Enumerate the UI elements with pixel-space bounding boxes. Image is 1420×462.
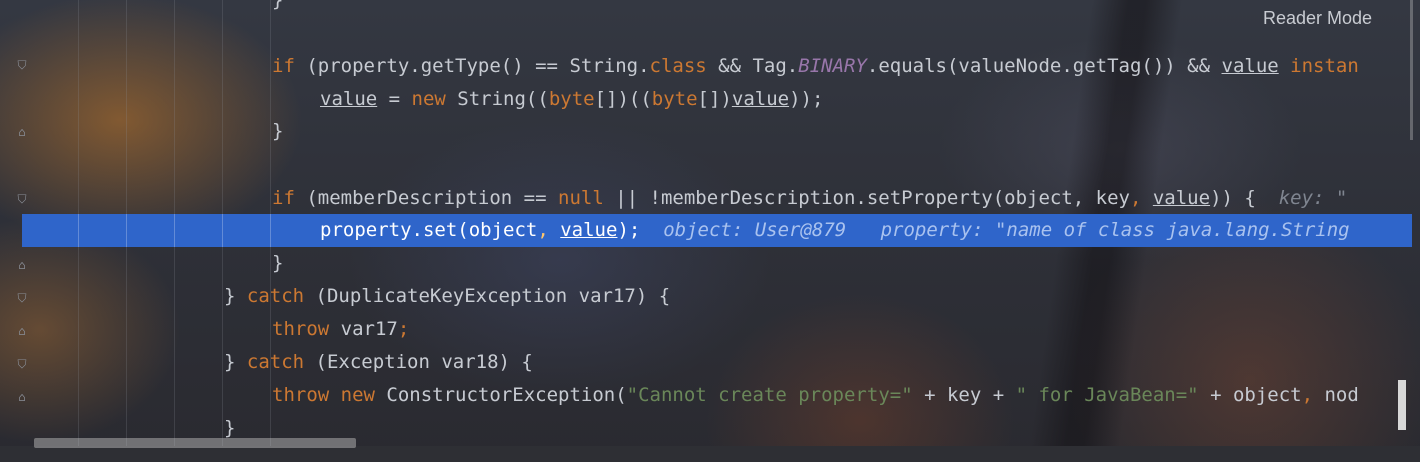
code-line: if (property.getType() == String.class &… xyxy=(272,55,1359,77)
inline-debug-value: object: User@879 xyxy=(663,219,847,241)
horizontal-scrollbar-thumb[interactable] xyxy=(34,438,356,448)
code-line: throw new ConstructorException("Cannot c… xyxy=(272,384,1359,406)
code-line: value = new String((byte[])((byte[])valu… xyxy=(320,88,824,110)
code-line: } xyxy=(272,0,284,11)
code-line: throw var17; xyxy=(272,318,410,340)
vertical-scrollbar-thumb[interactable] xyxy=(1398,380,1406,430)
code-line: } xyxy=(272,120,284,142)
vertical-scrollbar-track[interactable] xyxy=(1410,0,1413,140)
code-line-current: property.set(object, value); object: Use… xyxy=(320,219,1350,241)
code-line: } catch (Exception var18) { xyxy=(224,351,533,373)
horizontal-scrollbar-track[interactable] xyxy=(0,446,1420,462)
inline-debug-value: property: "name of class java.lang.Strin… xyxy=(880,219,1350,241)
reader-mode-button[interactable]: Reader Mode xyxy=(1263,5,1372,31)
code-editor[interactable]: } if (property.getType() == String.class… xyxy=(0,0,1410,445)
inline-debug-value: key: " xyxy=(1278,187,1348,209)
code-line: } catch (DuplicateKeyException var17) { xyxy=(224,285,671,307)
code-line: if (memberDescription == null || !member… xyxy=(272,187,1348,209)
code-line: } xyxy=(272,252,284,274)
